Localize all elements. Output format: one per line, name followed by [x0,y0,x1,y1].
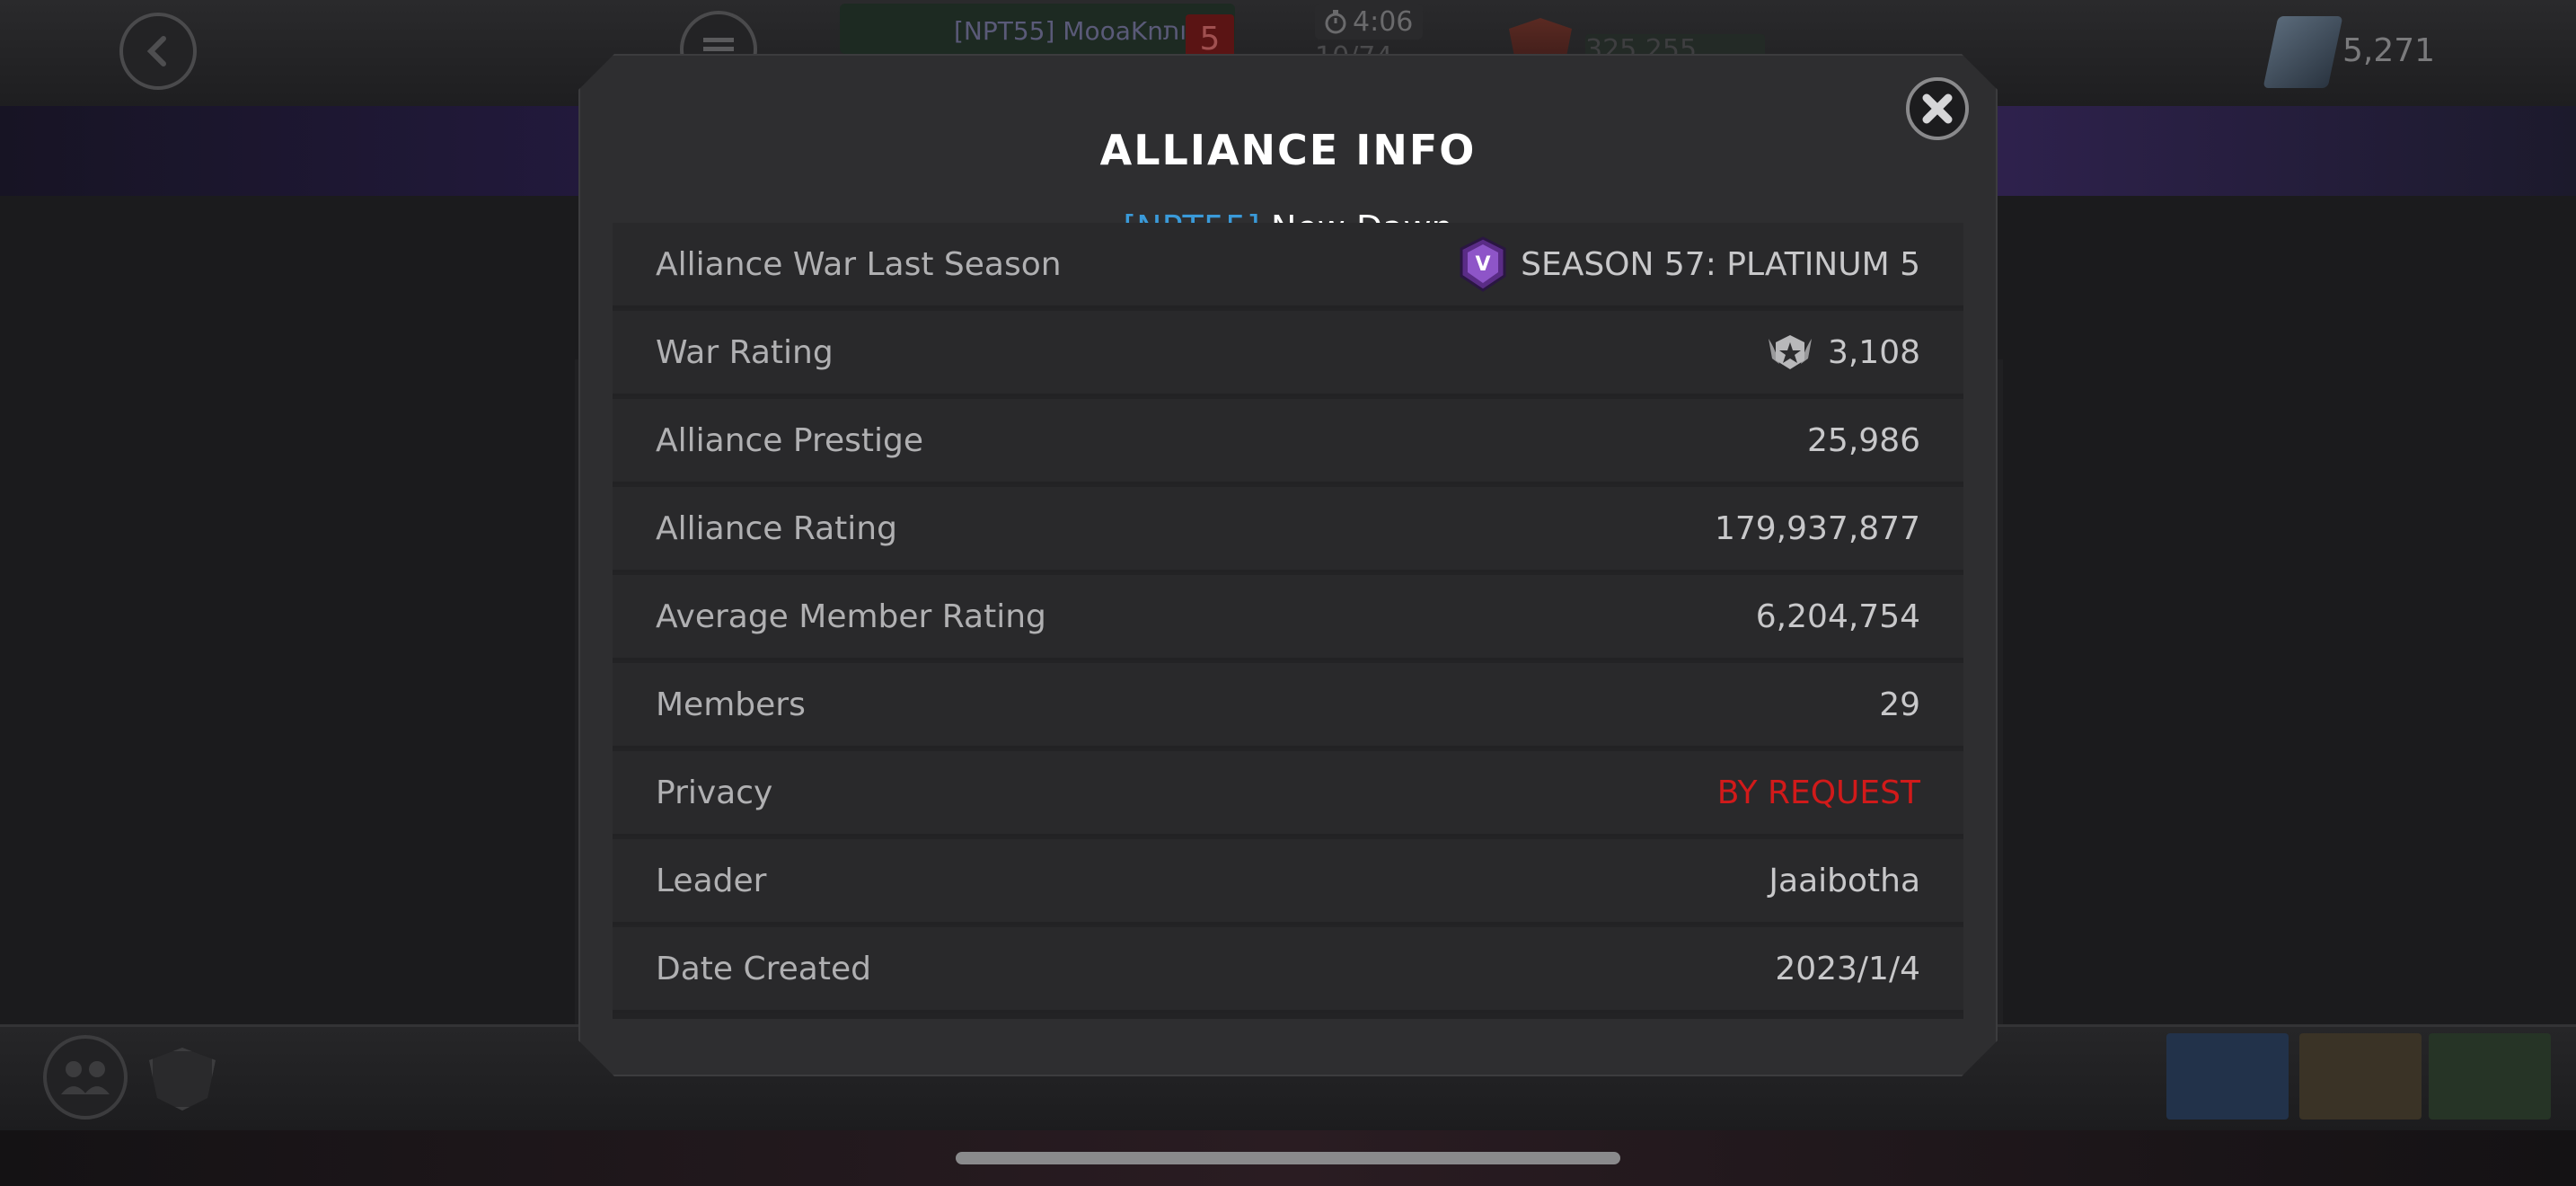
row-label: Leader [656,862,767,899]
war-rating-value: 3,108 [1827,333,1920,371]
energy-timer: 4:06 [1315,4,1423,40]
dialog-title: ALLIANCE INFO [1099,126,1477,174]
avg-member-rating-value: 6,204,754 [1755,597,1920,635]
game-screen: [NPT55] MooaKnהלפות 5 4:06 10/74 325,255… [0,0,2576,1186]
info-row-war-season: Alliance War Last Season V SEASON 57: PL… [613,223,1963,308]
war-button[interactable] [2166,1033,2289,1120]
back-button[interactable] [119,13,197,90]
leader-value: Jaaibotha [1769,862,1920,899]
row-label: Alliance War Last Season [656,245,1062,283]
row-value-group: V SEASON 57: PLATINUM 5 [1458,236,1920,292]
info-row-prestige: Alliance Prestige 25,986 [613,399,1963,484]
close-button[interactable] [1906,77,1969,140]
war-rating-icon [1768,335,1812,369]
info-row-date-created: Date Created 2023/1/4 [613,927,1963,1013]
quests-button[interactable] [2299,1033,2422,1120]
row-label: Alliance Rating [656,509,897,547]
row-label: War Rating [656,333,834,371]
info-row-leader: Leader Jaaibotha [613,839,1963,925]
alliance-info-table: Alliance War Last Season V SEASON 57: PL… [613,223,1963,1019]
row-label: Alliance Prestige [656,421,924,459]
row-value-group: 3,108 [1765,332,1920,373]
home-indicator[interactable] [956,1152,1620,1164]
privacy-value: BY REQUEST [1716,774,1920,811]
timer-value: 4:06 [1353,5,1414,38]
confirm-button[interactable] [2429,1033,2551,1120]
season-badge-icon: V [1460,236,1506,292]
stopwatch-icon [1325,10,1346,34]
info-row-alliance-rating: Alliance Rating 179,937,877 [613,487,1963,572]
alliance-rating-value: 179,937,877 [1714,509,1920,547]
members-icon [61,1061,110,1094]
row-label: Members [656,686,806,723]
row-label: Privacy [656,774,773,811]
units-count: 5,271 [2342,32,2436,69]
close-icon [1922,93,1953,124]
members-value: 29 [1879,686,1920,723]
badge-letter: V [1476,253,1491,276]
row-label: Date Created [656,950,871,987]
row-label: Average Member Rating [656,597,1046,635]
date-created-value: 2023/1/4 [1775,950,1920,987]
info-row-avg-member-rating: Average Member Rating 6,204,754 [613,575,1963,660]
info-row-privacy: Privacy BY REQUEST [613,751,1963,836]
chevron-left-icon [146,36,166,66]
info-row-war-rating: War Rating 3,108 [613,311,1963,396]
war-season-value: SEASON 57: PLATINUM 5 [1521,245,1920,283]
members-button[interactable] [43,1035,128,1120]
info-row-members: Members 29 [613,663,1963,748]
prestige-value: 25,986 [1807,421,1920,459]
